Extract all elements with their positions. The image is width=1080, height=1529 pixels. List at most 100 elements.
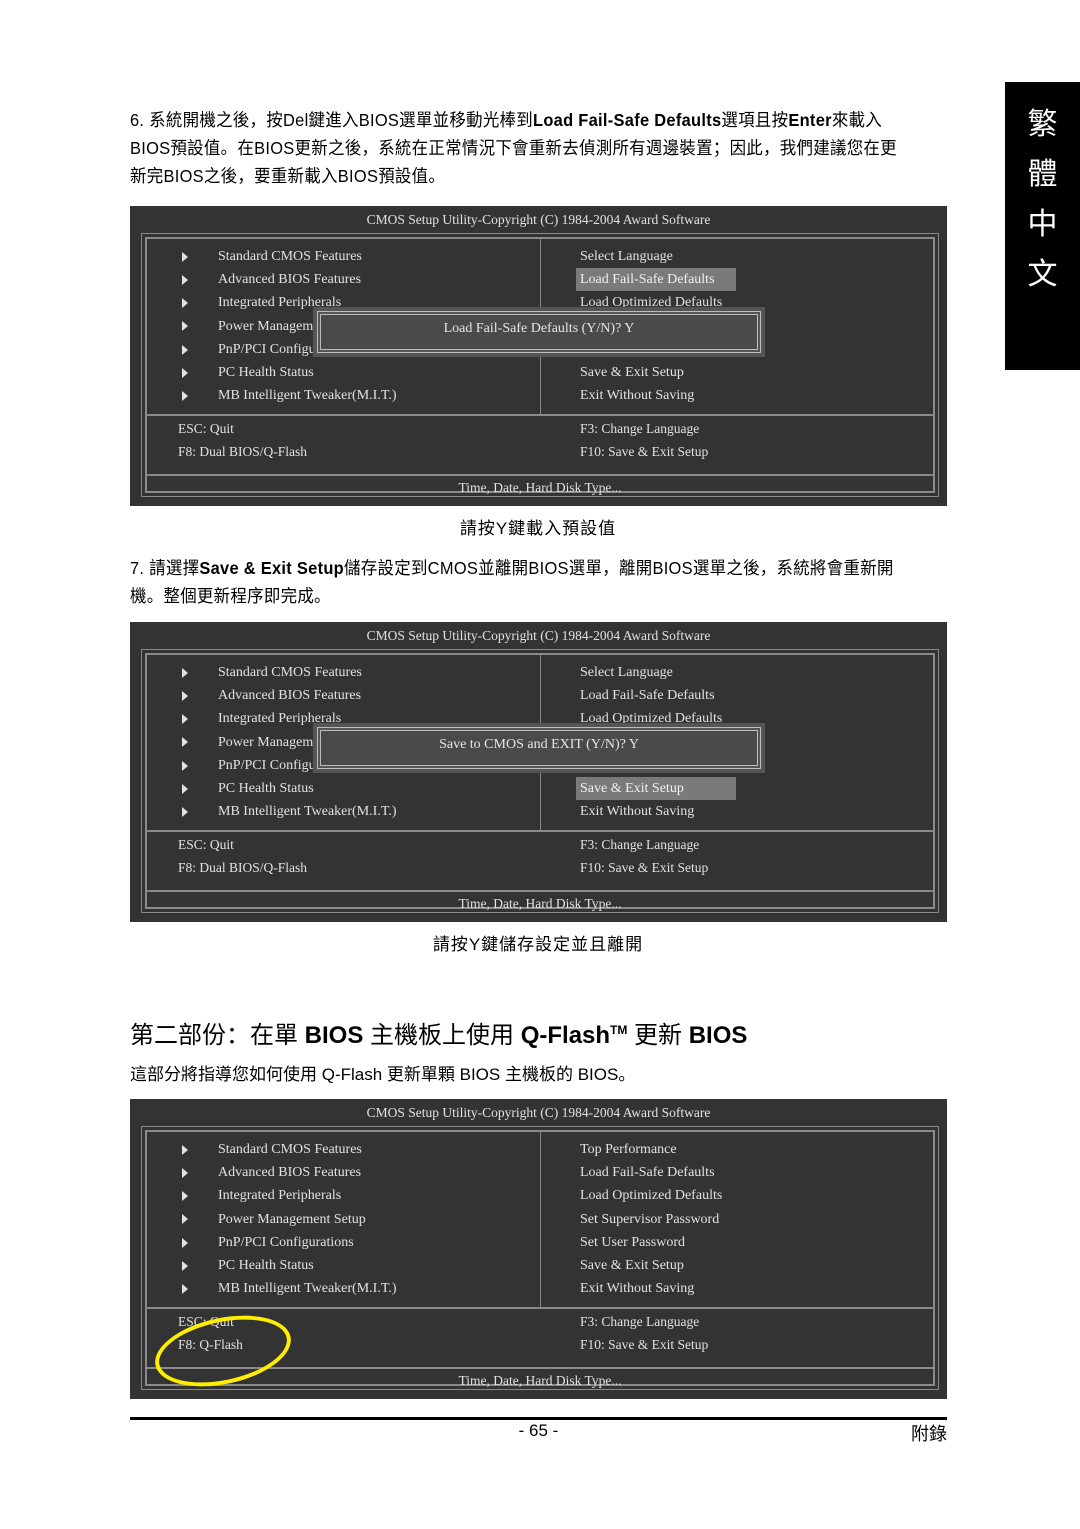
key-f3: F3: Change Language [580, 421, 700, 436]
side-tab-char: 繁 [1027, 107, 1058, 142]
divider [147, 830, 933, 832]
menu-label: Exit Without Saving [580, 388, 695, 404]
menu-label: PnP/PCI Configurations [218, 1234, 354, 1250]
menu-item[interactable]: Exit Without Saving [580, 384, 736, 407]
menu-label: PC Health Status [218, 1257, 314, 1273]
menu-label: Select Language [580, 249, 673, 264]
divider [147, 890, 933, 892]
menu-label: Load Fail-Safe Defaults [580, 688, 715, 704]
bold-text: Q-Flash [520, 1022, 611, 1049]
menu-label: Advanced BIOS Features [218, 1165, 362, 1181]
arrow-right-icon [182, 367, 188, 378]
text: 選項且按 [721, 110, 789, 130]
text: 第二部份：在單 [130, 1022, 305, 1049]
menu-item[interactable]: Save & Exit Setup [580, 1254, 722, 1277]
menu-item[interactable]: PnP/PCI Configurations [182, 1231, 397, 1254]
bios-title: CMOS Setup Utility-Copyright (C) 1984-20… [366, 1105, 711, 1120]
menu-item[interactable]: Advanced BIOS Features [182, 684, 397, 707]
menu-item[interactable]: PC Health Status [182, 777, 397, 800]
menu-item[interactable]: Save & Exit Setup [580, 361, 736, 384]
menu-item[interactable]: Load Fail-Safe Defaults [580, 1161, 722, 1184]
bold-text: BIOS [304, 1022, 364, 1049]
bios-title: CMOS Setup Utility-Copyright (C) 1984-20… [366, 212, 711, 227]
menu-item[interactable]: Advanced BIOS Features [182, 268, 397, 291]
divider [147, 1307, 933, 1309]
arrow-right-icon [182, 667, 188, 678]
key-esc: ESC: Quit [178, 837, 234, 852]
bold-text: BIOS [688, 1022, 748, 1049]
menu-item[interactable]: MB Intelligent Tweaker(M.I.T.) [182, 384, 397, 407]
menu-item[interactable]: Exit Without Saving [580, 800, 736, 823]
menu-label: PC Health Status [218, 364, 314, 380]
bios-frame: Standard CMOS Features Advanced BIOS Fea… [141, 649, 939, 913]
bios-right-menu: Top Performance Load Fail-Safe Defaults … [580, 1138, 722, 1300]
menu-item-selected[interactable]: Load Fail-Safe Defaults [576, 268, 736, 292]
menu-item[interactable]: PC Health Status [182, 361, 397, 384]
bios-frame: Standard CMOS Features Advanced BIOS Fea… [141, 233, 939, 497]
menu-item[interactable]: Set Supervisor Password [580, 1208, 722, 1231]
menu-item[interactable]: Standard CMOS Features [182, 245, 397, 268]
key-f10: F10: Save & Exit Setup [580, 860, 709, 875]
trademark: TM [610, 1023, 628, 1037]
confirm-dialog[interactable]: Load Fail-Safe Defaults (Y/N)? Y [313, 307, 765, 357]
confirm-dialog[interactable]: Save to CMOS and EXIT (Y/N)? Y [313, 723, 765, 773]
arrow-right-icon [182, 1214, 188, 1225]
bios-screenshot-load-defaults: CMOS Setup Utility-Copyright (C) 1984-20… [130, 206, 947, 506]
menu-label: Advanced BIOS Features [218, 272, 362, 288]
key-f10: F10: Save & Exit Setup [580, 444, 709, 459]
menu-label: Load Fail-Safe Defaults [580, 1165, 715, 1181]
menu-label: Exit Without Saving [580, 804, 695, 820]
menu-label: Advanced BIOS Features [218, 688, 362, 704]
dialog-frame: Save to CMOS and EXIT (Y/N)? Y [317, 727, 761, 769]
caption-save-exit: 請按Y鍵儲存設定並且離開 [432, 935, 644, 954]
arrow-right-icon [182, 783, 188, 794]
key-f8: F8: Dual BIOS/Q-Flash [178, 444, 308, 459]
menu-label: Top Performance [580, 1142, 677, 1157]
menu-label-highlighted: Load Fail-Safe Defaults [576, 268, 736, 292]
menu-item[interactable]: PC Health Status [182, 1254, 397, 1277]
bios-inner-frame: Standard CMOS Features Advanced BIOS Fea… [145, 653, 935, 911]
arrow-right-icon [182, 714, 188, 725]
menu-item[interactable]: Select Language [580, 661, 736, 684]
menu-label: Set Supervisor Password [580, 1211, 720, 1227]
menu-item[interactable]: Standard CMOS Features [182, 1138, 397, 1161]
menu-item[interactable]: Set User Password [580, 1231, 722, 1254]
arrow-right-icon [182, 1191, 188, 1202]
arrow-right-icon [182, 806, 188, 817]
menu-item[interactable]: Standard CMOS Features [182, 661, 397, 684]
menu-item[interactable]: MB Intelligent Tweaker(M.I.T.) [182, 1277, 397, 1300]
arrow-right-icon [182, 1237, 188, 1248]
menu-item[interactable]: Load Optimized Defaults [580, 1184, 722, 1207]
menu-item-selected[interactable]: Save & Exit Setup [576, 776, 736, 800]
help-text: Time, Date, Hard Disk Type... [458, 480, 622, 495]
footer-rule [130, 1417, 947, 1420]
menu-item[interactable]: Load Fail-Safe Defaults [580, 684, 736, 707]
arrow-right-icon [182, 690, 188, 701]
step-6-paragraph: 6. 系統開機之後，按Del鍵進入BIOS選單並移動光棒到Load Fail-S… [130, 106, 901, 190]
menu-item[interactable]: Advanced BIOS Features [182, 1161, 397, 1184]
text: 更新 [627, 1022, 689, 1049]
dialog-frame: Load Fail-Safe Defaults (Y/N)? Y [317, 311, 761, 353]
menu-label: MB Intelligent Tweaker(M.I.T.) [218, 1281, 397, 1297]
menu-label-highlighted: Save & Exit Setup [576, 776, 736, 800]
menu-item[interactable]: MB Intelligent Tweaker(M.I.T.) [182, 800, 397, 823]
arrow-right-icon [182, 321, 188, 332]
menu-item[interactable]: Integrated Peripherals [182, 1184, 397, 1207]
key-esc: ESC: Quit [178, 421, 234, 436]
step-number: 6. [130, 110, 145, 130]
menu-item[interactable]: Top Performance [580, 1138, 722, 1161]
arrow-right-icon [182, 760, 188, 771]
text: 主機板上使用 [363, 1022, 521, 1049]
arrow-right-icon [182, 251, 188, 262]
dialog-prompt[interactable]: Load Fail-Safe Defaults (Y/N)? Y [320, 314, 758, 350]
menu-label: Exit Without Saving [580, 1281, 695, 1297]
menu-item[interactable]: Exit Without Saving [580, 1277, 722, 1300]
menu-item[interactable]: Power Management Setup [182, 1208, 397, 1231]
menu-item[interactable]: Select Language [580, 245, 736, 268]
bios-inner-frame: Standard CMOS Features Advanced BIOS Fea… [145, 237, 935, 495]
arrow-right-icon [182, 298, 188, 309]
menu-label: Standard CMOS Features [218, 249, 362, 264]
dialog-prompt[interactable]: Save to CMOS and EXIT (Y/N)? Y [320, 730, 758, 766]
section-subtitle: 這部分將指導您如何使用 Q-Flash 更新單顆 BIOS 主機板的 BIOS。 [130, 1065, 636, 1084]
bios-main-menu: Standard CMOS Features Advanced BIOS Fea… [182, 1138, 397, 1300]
